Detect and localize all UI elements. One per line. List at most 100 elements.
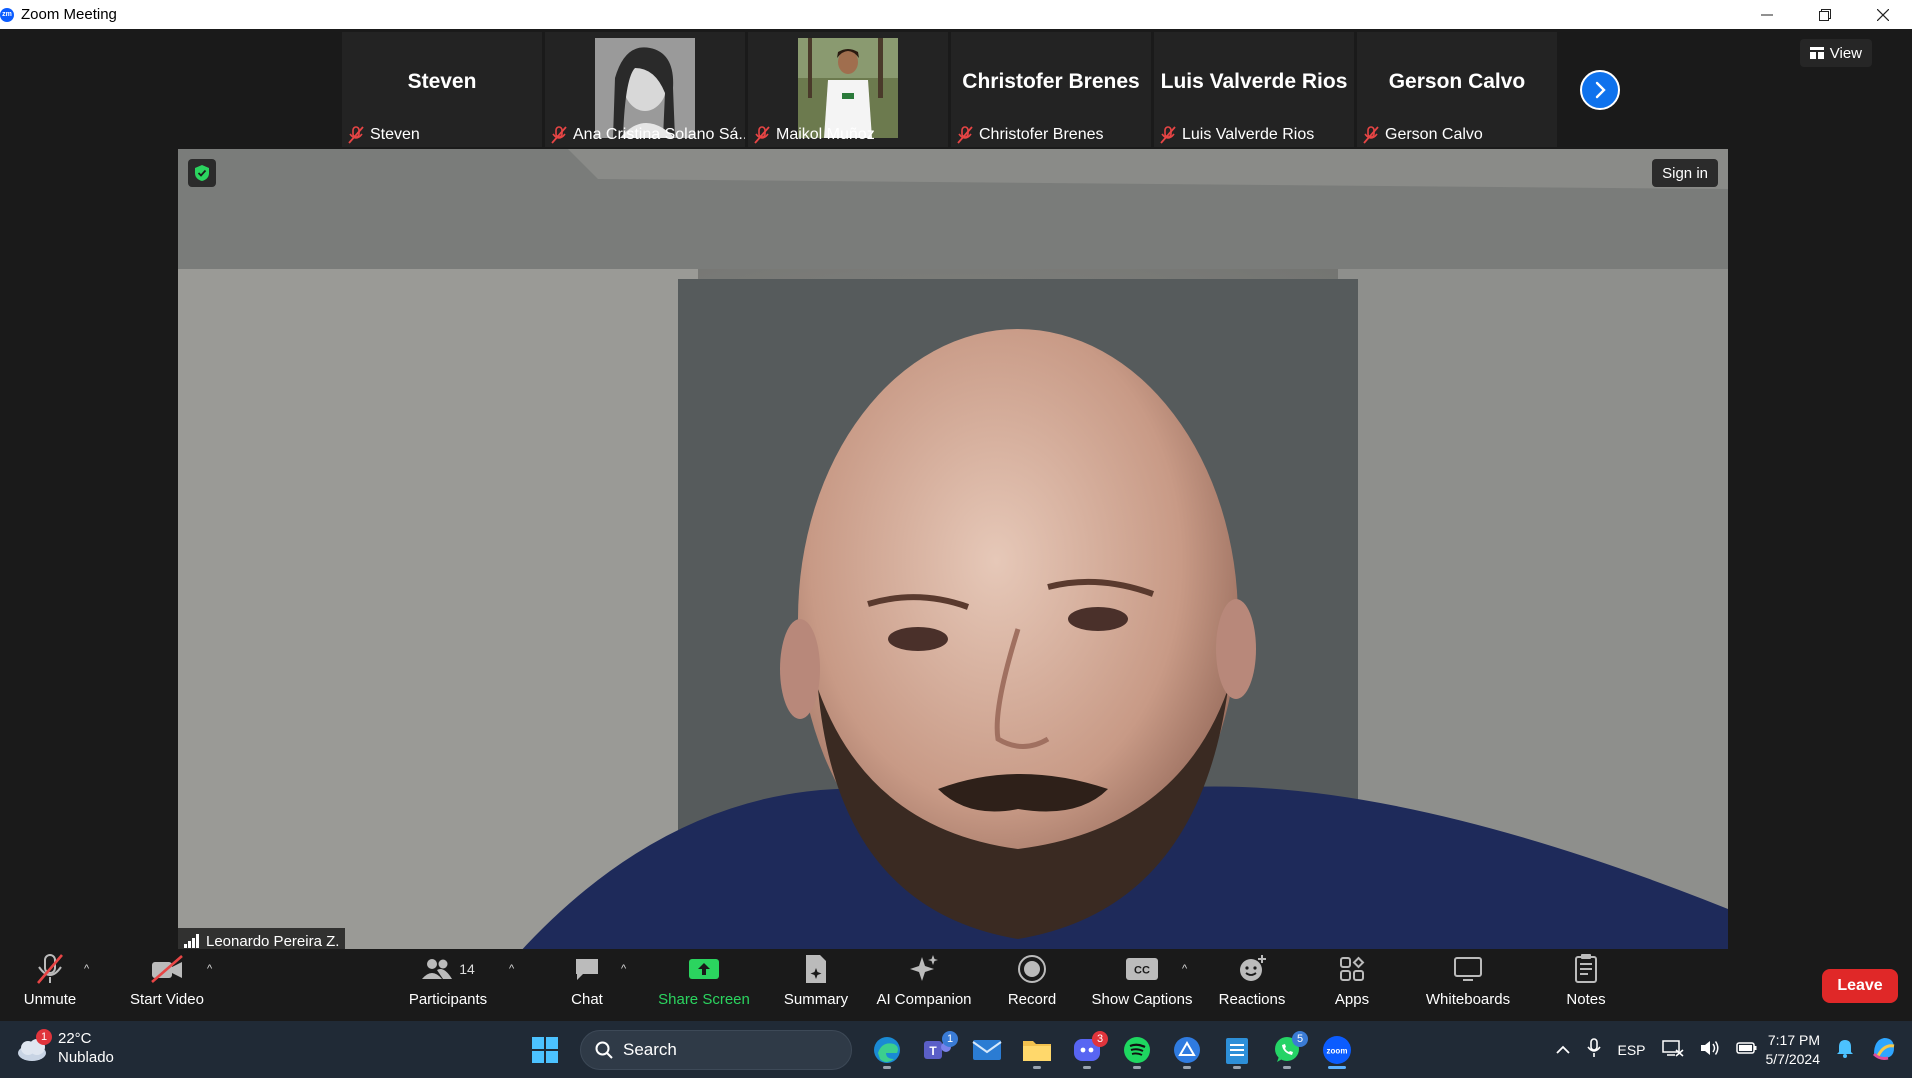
- battery-icon[interactable]: [1728, 1040, 1766, 1059]
- share-screen-icon: [688, 949, 720, 989]
- taskbar-mail[interactable]: [962, 1029, 1012, 1071]
- taskbar-zoom[interactable]: zoom: [1312, 1029, 1362, 1071]
- notes-button[interactable]: Notes: [1560, 949, 1612, 1021]
- participant-name-label: Maikol Muñoz: [776, 126, 875, 143]
- participants-icon: 14: [421, 949, 475, 989]
- participant-name-display: Christofer Brenes: [962, 70, 1140, 93]
- participant-name-display: Steven: [407, 70, 477, 93]
- active-speaker-name: Leonardo Pereira Z.: [206, 932, 340, 950]
- taskbar-file-explorer[interactable]: [1012, 1029, 1062, 1071]
- show-hidden-icons[interactable]: [1547, 1042, 1579, 1058]
- view-label: View: [1829, 44, 1862, 62]
- taskbar-whatsapp[interactable]: 5: [1262, 1029, 1312, 1071]
- participant-tile-christofer[interactable]: Christofer Brenes Christofer Brenes: [951, 32, 1151, 147]
- title-bar: zm Zoom Meeting: [0, 0, 1912, 29]
- windows-logo-icon: [532, 1037, 558, 1063]
- svg-text:CC: CC: [1134, 965, 1150, 977]
- search-placeholder: Search: [623, 1040, 677, 1059]
- participants-label: Participants: [408, 991, 488, 1008]
- taskbar-apps: Search T 1 3 5 zoom: [520, 1029, 1362, 1071]
- taskbar-teams[interactable]: T 1: [912, 1029, 962, 1071]
- copilot-app-icon: [1174, 1037, 1200, 1063]
- sign-in-button[interactable]: Sign in: [1652, 159, 1718, 187]
- participant-tile-luis[interactable]: Luis Valverde Rios Luis Valverde Rios: [1154, 32, 1354, 147]
- summary-button[interactable]: Summary: [778, 949, 854, 1021]
- signal-bars-icon: [184, 934, 199, 948]
- leave-button[interactable]: Leave: [1822, 969, 1898, 1003]
- notifications-bell-icon[interactable]: [1828, 1038, 1862, 1061]
- next-page-button[interactable]: [1580, 70, 1620, 110]
- meeting-toolbar: Unmute ^ Start Video ^ 14 Participants ^…: [0, 949, 1912, 1021]
- weather-widget[interactable]: 1 22°C Nublado: [16, 1029, 114, 1067]
- share-screen-button[interactable]: Share Screen: [656, 949, 752, 1021]
- participant-tile-ana-cristina[interactable]: Ana Cristina Solano Sá...: [545, 32, 745, 147]
- speaker-video-frame: [178, 149, 1728, 954]
- participants-options-caret[interactable]: ^: [509, 963, 514, 975]
- start-button[interactable]: [520, 1029, 570, 1071]
- whiteboard-icon: [1453, 949, 1483, 989]
- participant-video: [595, 38, 695, 138]
- security-shield-icon[interactable]: [188, 159, 216, 187]
- folder-icon: [1023, 1041, 1051, 1061]
- chat-options-caret[interactable]: ^: [621, 963, 626, 975]
- chevron-up-icon: [1556, 1045, 1571, 1054]
- participants-button[interactable]: 14 Participants: [406, 949, 490, 1021]
- minimize-icon: [1761, 14, 1773, 15]
- taskbar-discord[interactable]: 3: [1062, 1029, 1112, 1071]
- start-video-label: Start Video: [130, 991, 204, 1008]
- apps-button[interactable]: Apps: [1326, 949, 1378, 1021]
- unmute-button[interactable]: Unmute: [18, 949, 82, 1021]
- close-button[interactable]: [1854, 0, 1912, 29]
- participant-name-label: Luis Valverde Rios: [1182, 126, 1315, 143]
- participants-count: 14: [459, 961, 475, 977]
- muted-mic-icon: [957, 126, 973, 144]
- volume-icon[interactable]: [1692, 1039, 1728, 1060]
- notepad-icon: [1226, 1038, 1248, 1064]
- clock[interactable]: 7:17 PM 5/7/2024: [1766, 1031, 1829, 1069]
- captions-options-caret[interactable]: ^: [1182, 963, 1187, 975]
- taskbar-search[interactable]: Search: [580, 1030, 852, 1070]
- windows-taskbar: 1 22°C Nublado Search T 1 3 5 zoom ESP 7…: [0, 1021, 1912, 1078]
- taskbar-notepad[interactable]: [1212, 1029, 1262, 1071]
- record-icon: [1017, 949, 1047, 989]
- participant-tile-gerson[interactable]: Gerson Calvo Gerson Calvo: [1357, 32, 1557, 147]
- summary-label: Summary: [783, 991, 849, 1008]
- apps-label: Apps: [1334, 991, 1370, 1008]
- taskbar-spotify[interactable]: [1112, 1029, 1162, 1071]
- record-button[interactable]: Record: [1006, 949, 1058, 1021]
- view-button[interactable]: View: [1799, 39, 1872, 67]
- clock-time: 7:17 PM: [1767, 1031, 1820, 1048]
- chat-button[interactable]: Chat: [556, 949, 618, 1021]
- share-screen-label: Share Screen: [658, 991, 750, 1008]
- microphone-in-use-icon[interactable]: [1579, 1038, 1609, 1061]
- input-language[interactable]: ESP: [1609, 1042, 1653, 1058]
- taskbar-ai-app[interactable]: [1162, 1029, 1212, 1071]
- participant-video: [798, 38, 898, 138]
- audio-options-caret[interactable]: ^: [84, 963, 89, 975]
- participant-tile-steven[interactable]: Steven Steven: [342, 32, 542, 147]
- closed-captions-icon: CC: [1125, 949, 1159, 989]
- unmute-label: Unmute: [23, 991, 77, 1008]
- zoom-app-icon: zm: [0, 7, 14, 22]
- participant-tile-maikol[interactable]: Maikol Muñoz: [748, 32, 948, 147]
- whiteboards-button[interactable]: Whiteboards: [1418, 949, 1518, 1021]
- muted-mic-icon: [551, 126, 567, 144]
- spotify-icon: [1124, 1037, 1150, 1063]
- minimize-button[interactable]: [1738, 0, 1796, 29]
- copilot-icon[interactable]: [1862, 1034, 1912, 1065]
- zoom-app-icon: zoom: [1323, 1036, 1351, 1064]
- network-icon[interactable]: [1654, 1039, 1692, 1060]
- participant-name-display: Luis Valverde Rios: [1160, 70, 1348, 93]
- video-options-caret[interactable]: ^: [207, 963, 212, 975]
- chat-label: Chat: [571, 991, 603, 1008]
- reactions-button[interactable]: Reactions: [1218, 949, 1286, 1021]
- start-video-button[interactable]: Start Video: [126, 949, 208, 1021]
- restore-button[interactable]: [1796, 0, 1854, 29]
- taskbar-edge[interactable]: [862, 1029, 912, 1071]
- temperature: 22°C: [58, 1030, 92, 1047]
- apps-icon: [1339, 949, 1365, 989]
- show-captions-button[interactable]: CC Show Captions: [1090, 949, 1194, 1021]
- ai-companion-button[interactable]: AI Companion: [874, 949, 974, 1021]
- active-speaker-video[interactable]: Sign in Leonardo Pereira Z.: [178, 149, 1728, 954]
- summary-icon: [803, 949, 829, 989]
